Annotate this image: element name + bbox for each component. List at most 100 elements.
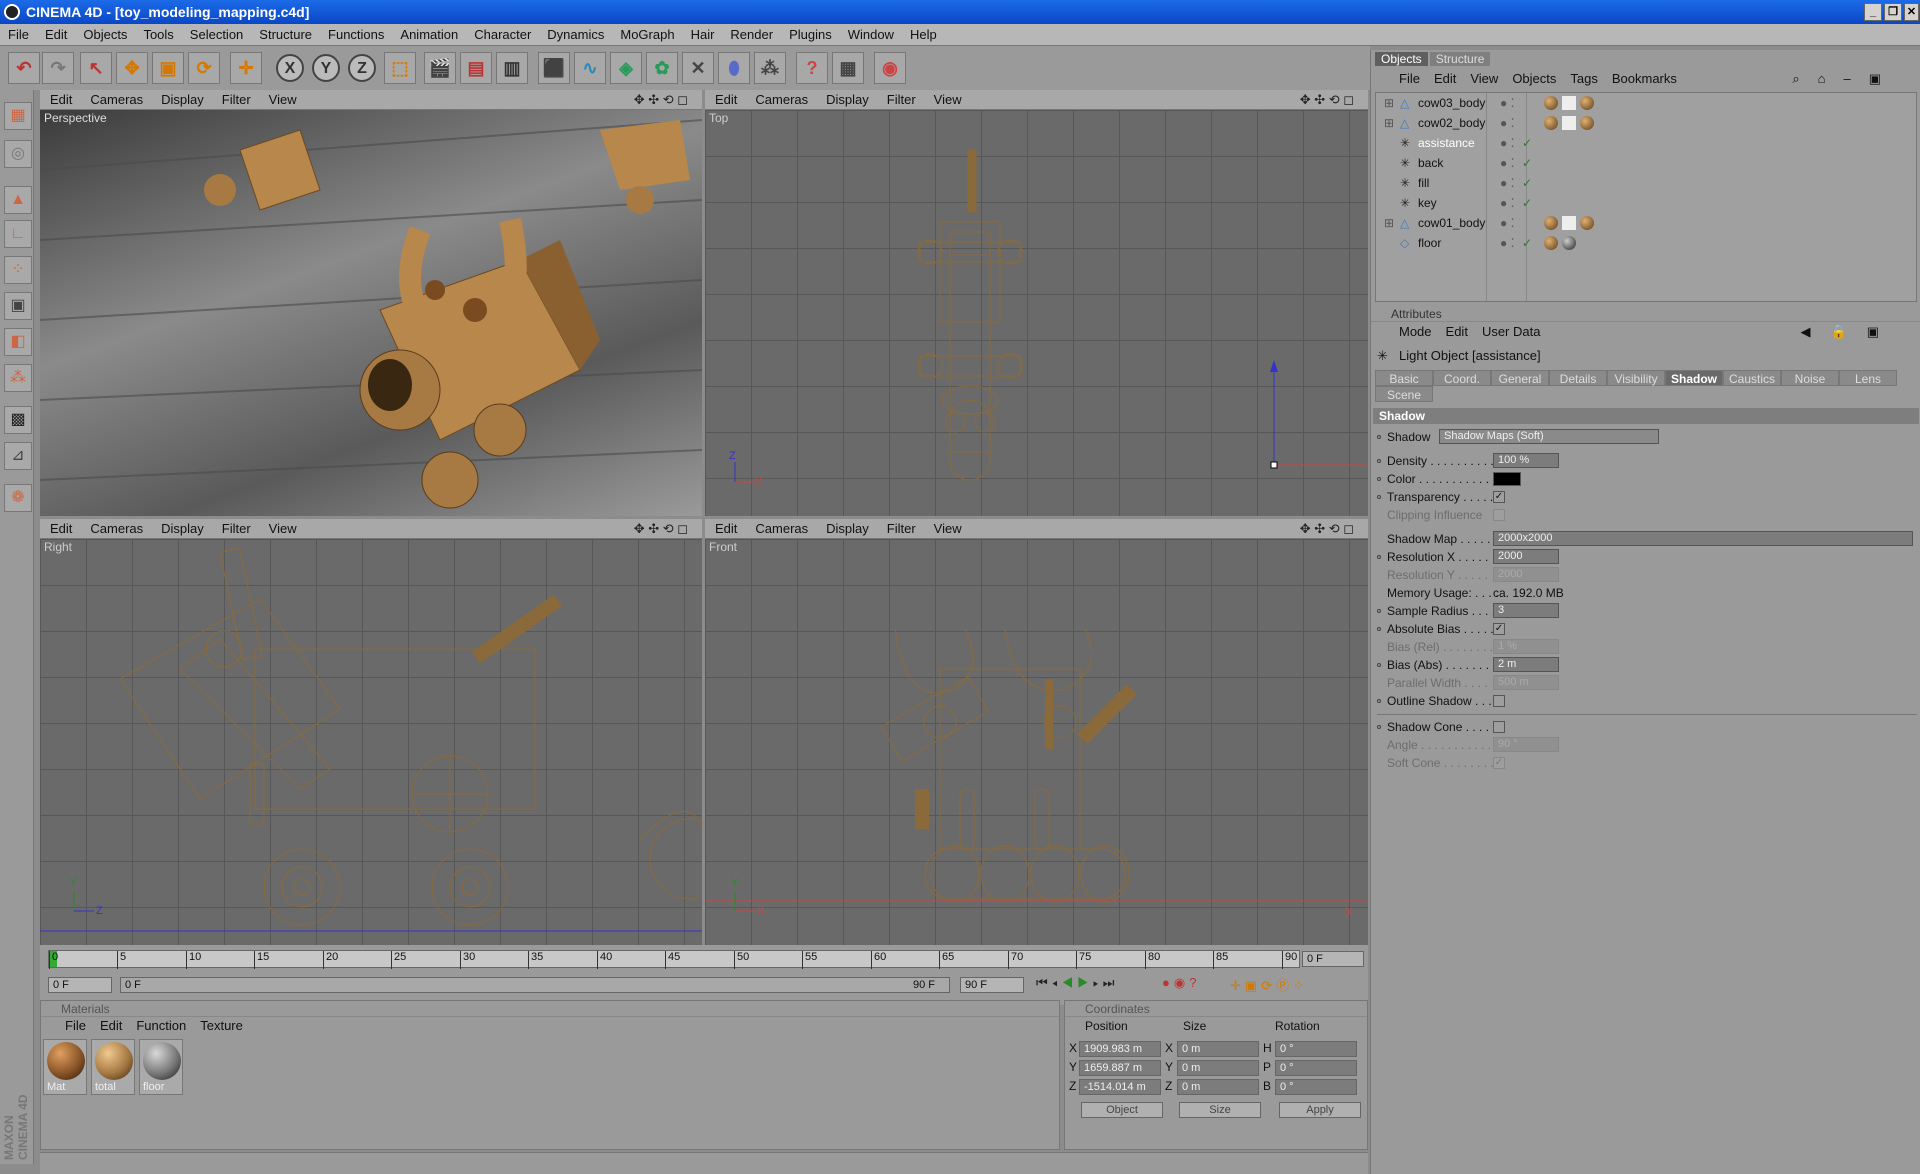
vp-menu-display[interactable]: Display [161, 521, 204, 536]
apply-button[interactable]: Apply [1279, 1102, 1361, 1118]
animation-mode-icon[interactable]: ⁂ [4, 364, 32, 392]
resolution-y-field[interactable]: 2000 [1493, 567, 1559, 582]
maximize-button[interactable]: ❐ [1884, 3, 1902, 21]
texture-tag-icon[interactable] [1544, 216, 1558, 230]
material-swatch[interactable]: floor [139, 1039, 183, 1095]
texture-icon[interactable]: ▦ [832, 52, 864, 84]
viewport-top[interactable]: Top Z X [705, 110, 1368, 516]
position-y-field[interactable]: 1659.887 m [1079, 1060, 1161, 1076]
vp-menu-view[interactable]: View [269, 92, 297, 107]
menu-edit[interactable]: Edit [37, 24, 75, 46]
menu-character[interactable]: Character [466, 24, 539, 46]
cube-icon[interactable]: ⬛ [538, 52, 570, 84]
expand-icon[interactable]: ⊞ [1384, 113, 1394, 133]
tab-lens[interactable]: Lens [1839, 370, 1897, 386]
new-window-icon[interactable]: ▣ [1867, 324, 1885, 339]
live-select-icon[interactable]: ✛ [230, 52, 262, 84]
vp-menu-filter[interactable]: Filter [887, 92, 916, 107]
menu-hair[interactable]: Hair [683, 24, 723, 46]
material-tag-icon[interactable] [1580, 216, 1594, 230]
vp-menu-view[interactable]: View [269, 521, 297, 536]
workplane-icon[interactable]: ⊿ [4, 442, 32, 470]
list-item[interactable]: ⊞ △ cow01_body ● ⁚ [1382, 213, 1920, 233]
material-tag-icon[interactable] [1580, 96, 1594, 110]
key-rotation-icon[interactable]: ⟳ [1261, 978, 1276, 993]
vp-menu-cameras[interactable]: Cameras [90, 521, 143, 536]
window-icon[interactable]: ▣ [1869, 71, 1885, 86]
goto-start-icon[interactable]: ⏮ [1036, 975, 1052, 990]
outline-shadow-checkbox[interactable] [1493, 695, 1505, 707]
menu-functions[interactable]: Functions [320, 24, 392, 46]
texture-axis-tool-icon[interactable]: ◎ [4, 140, 32, 168]
record-controls[interactable]: ●◉? [1162, 975, 1200, 991]
visibility-dots[interactable]: ● ⁚ [1500, 193, 1514, 213]
visibility-dots[interactable]: ● ⁚ [1500, 113, 1514, 133]
viewport-front[interactable]: Front Y X X [705, 539, 1368, 945]
rotation-b-field[interactable]: 0 ° [1275, 1079, 1357, 1095]
visibility-dots[interactable]: ● ⁚ [1500, 133, 1514, 153]
tab-shadow[interactable]: Shadow [1665, 370, 1723, 386]
array-icon[interactable]: ✿ [646, 52, 678, 84]
list-item[interactable]: ⊞ △ cow02_body ● ⁚ [1382, 113, 1920, 133]
start-frame-field[interactable]: 0 F [48, 977, 112, 993]
x-axis-icon[interactable]: X [276, 54, 304, 82]
menu-animation[interactable]: Animation [392, 24, 466, 46]
material-swatch[interactable]: total [91, 1039, 135, 1095]
texture-tag-icon[interactable] [1544, 116, 1558, 130]
menu-render[interactable]: Render [722, 24, 781, 46]
goto-end-icon[interactable]: ⏭ [1103, 975, 1119, 990]
nurbs-icon[interactable]: ◈ [610, 52, 642, 84]
use-model-tool-icon[interactable]: ▦ [4, 102, 32, 130]
visibility-dots[interactable]: ● ⁚ [1500, 153, 1514, 173]
parallel-width-field[interactable]: 500 m [1493, 675, 1559, 690]
bias-abs-field[interactable]: 2 m [1493, 657, 1559, 672]
angle-field[interactable]: 90 ° [1493, 737, 1559, 752]
position-z-field[interactable]: -1514.014 m [1079, 1079, 1161, 1095]
visibility-dots[interactable]: ● ⁚ [1500, 173, 1514, 193]
viewport-nav-icons[interactable]: ✥ ✣ ⟲ ◻ [1300, 519, 1354, 539]
enabled-check-icon[interactable]: ✓ [1522, 153, 1532, 173]
visibility-dots[interactable]: ● ⁚ [1500, 213, 1514, 233]
attributes-nav-tools[interactable]: ◀ 🔒 ▣ [1801, 323, 1899, 341]
clipping-influence-checkbox[interactable] [1493, 509, 1505, 521]
vp-menu-view[interactable]: View [934, 92, 962, 107]
vp-menu-edit[interactable]: Edit [50, 92, 72, 107]
tab-noise[interactable]: Noise [1781, 370, 1839, 386]
vp-menu-display[interactable]: Display [161, 92, 204, 107]
list-item[interactable]: ✳ key ● ⁚ ✓ [1382, 193, 1920, 213]
bias-rel-field[interactable]: 1 % [1493, 639, 1559, 654]
list-item[interactable]: ✳ assistance ● ⁚ ✓ [1382, 133, 1920, 153]
objects-menu-tags[interactable]: Tags [1570, 71, 1597, 86]
minimize-button[interactable]: _ [1864, 3, 1882, 21]
next-frame-icon[interactable]: ▸ [1093, 975, 1103, 990]
menu-objects[interactable]: Objects [75, 24, 135, 46]
camera-icon[interactable]: ⁂ [754, 52, 786, 84]
objects-menu-file[interactable]: File [1399, 71, 1420, 86]
menu-file[interactable]: File [0, 24, 37, 46]
rotation-p-field[interactable]: 0 ° [1275, 1060, 1357, 1076]
menu-structure[interactable]: Structure [251, 24, 320, 46]
shadow-cone-checkbox[interactable] [1493, 721, 1505, 733]
uvw-tag-icon[interactable] [1562, 116, 1576, 130]
tab-general[interactable]: General [1491, 370, 1549, 386]
current-frame-field[interactable]: 0 F [1302, 951, 1364, 967]
checkerboard-icon[interactable]: ▩ [4, 406, 32, 434]
end-frame-field[interactable]: 90 F [960, 977, 1024, 993]
render-view-icon[interactable]: 🎬 [424, 52, 456, 84]
shadow-color-swatch[interactable] [1493, 472, 1521, 486]
density-field[interactable]: 100 % [1493, 453, 1559, 468]
tab-structure[interactable]: Structure [1429, 52, 1491, 66]
record-icon[interactable]: ● [1162, 975, 1174, 990]
web-icon[interactable]: ◉ [874, 52, 906, 84]
paint-tool-icon[interactable]: ❁ [4, 484, 32, 512]
attributes-menu-user-data[interactable]: User Data [1482, 324, 1541, 339]
preview-range-slider[interactable]: 0 F 90 F [120, 977, 950, 993]
texture-tag-icon[interactable] [1544, 96, 1558, 110]
playback-controls[interactable]: ⏮◂◀▶▸⏭ [1036, 975, 1118, 991]
tab-basic[interactable]: Basic [1375, 370, 1433, 386]
enabled-check-icon[interactable]: ✓ [1522, 133, 1532, 153]
enabled-check-icon[interactable]: ✓ [1522, 233, 1532, 253]
list-item[interactable]: ✳ back ● ⁚ ✓ [1382, 153, 1920, 173]
key-scale-icon[interactable]: ▣ [1245, 978, 1261, 993]
home-icon[interactable]: ⌂ [1818, 71, 1830, 86]
